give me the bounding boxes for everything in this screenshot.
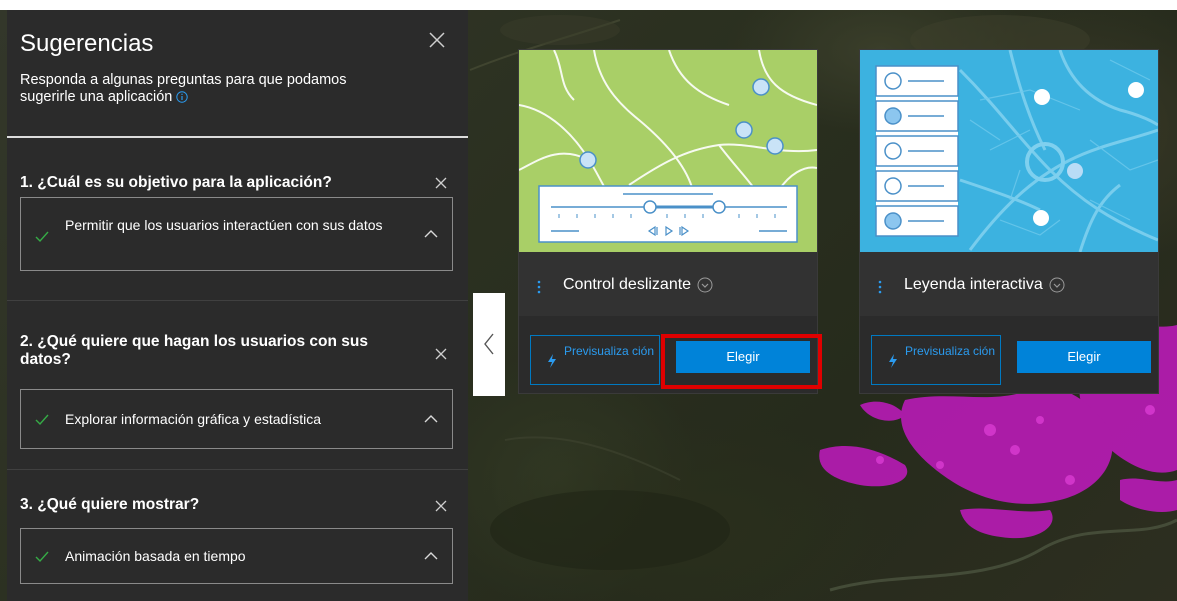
card-title: Leyenda interactiva	[904, 276, 1065, 294]
close-icon[interactable]	[433, 498, 449, 514]
answer-text: Animación basada en tiempo	[65, 548, 246, 564]
vertical-dots-icon[interactable]	[537, 280, 541, 294]
card-actions: Previsualiza ción Elegir	[860, 316, 1158, 393]
choose-button[interactable]: Elegir	[1017, 341, 1151, 373]
suggestions-panel: Sugerencias Responda a algunas preguntas…	[7, 10, 468, 601]
card-title-row: Leyenda interactiva	[860, 252, 1158, 316]
close-icon[interactable]	[433, 346, 449, 362]
vertical-dots-icon[interactable]	[878, 280, 882, 294]
panel-title: Sugerencias	[20, 30, 154, 57]
answer-dropdown[interactable]: Animación basada en tiempo	[20, 528, 453, 584]
app-card-interactive-legend: Leyenda interactiva Previsualiza ción El…	[859, 49, 1159, 394]
question-section-1: 1. ¿Cuál es su objetivo para la aplicaci…	[7, 138, 468, 300]
preview-button[interactable]: Previsualiza ción	[530, 335, 660, 385]
chevron-up-icon	[424, 552, 438, 560]
answer-text: Permitir que los usuarios interactúen co…	[65, 217, 383, 233]
highlight-box	[661, 334, 822, 389]
card-title-row: Control deslizante	[519, 252, 817, 316]
check-icon	[35, 231, 49, 243]
chevron-up-icon	[424, 230, 438, 238]
answer-dropdown[interactable]: Explorar información gráfica y estadísti…	[20, 389, 453, 449]
card-title-text: Control deslizante	[563, 276, 692, 293]
collapse-panel-button[interactable]	[473, 293, 505, 396]
chevron-circle-down-icon[interactable]	[1049, 277, 1065, 293]
chevron-left-icon	[484, 333, 494, 355]
question-section-2: 2. ¿Qué quiere que hagan los usuarios co…	[7, 301, 468, 469]
preview-button-label: Previsualiza ción	[563, 344, 655, 358]
chevron-circle-down-icon[interactable]	[697, 277, 713, 293]
preview-button[interactable]: Previsualiza ción	[871, 335, 1001, 385]
check-icon	[35, 551, 49, 563]
card-title-text: Leyenda interactiva	[904, 276, 1043, 293]
answer-dropdown[interactable]: Permitir que los usuarios interactúen co…	[20, 197, 453, 271]
question-title: 3. ¿Qué quiere mostrar?	[20, 496, 200, 513]
question-section-3: 3. ¿Qué quiere mostrar? Animación basada…	[7, 470, 468, 601]
card-title: Control deslizante	[563, 276, 713, 294]
app-root: Sugerencias Responda a algunas preguntas…	[0, 0, 1177, 601]
preview-button-label: Previsualiza ción	[904, 344, 996, 358]
card-thumbnail	[519, 50, 817, 252]
bolt-icon	[548, 354, 556, 368]
close-icon[interactable]	[433, 175, 449, 191]
slider-thumbnail-image	[519, 50, 817, 252]
question-title: 2. ¿Qué quiere que hagan los usuarios co…	[20, 333, 368, 368]
panel-description: Responda a algunas preguntas para que po…	[20, 72, 380, 106]
bolt-icon	[889, 354, 897, 368]
panel-header: Sugerencias Responda a algunas preguntas…	[7, 10, 468, 136]
question-title: 1. ¿Cuál es su objetivo para la aplicaci…	[20, 174, 332, 191]
check-icon	[35, 414, 49, 426]
answer-text: Explorar información gráfica y estadísti…	[65, 411, 321, 427]
info-icon[interactable]	[176, 91, 189, 103]
card-thumbnail	[860, 50, 1158, 252]
legend-thumbnail-image	[860, 50, 1158, 252]
chevron-up-icon	[424, 415, 438, 423]
close-icon[interactable]	[425, 28, 449, 52]
